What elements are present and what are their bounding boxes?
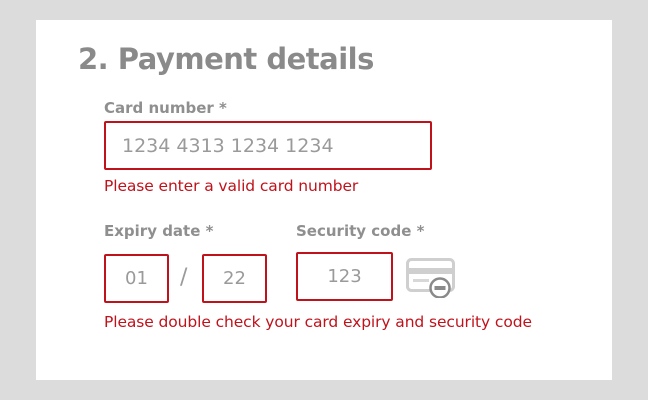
card-number-error: Please enter a valid card number [104,177,359,195]
card-number-input[interactable] [104,121,432,170]
section-title: 2. Payment details [78,42,374,76]
card-number-label: Card number * [104,99,227,117]
card-cvv-icon [406,258,455,298]
payment-details-card: 2. Payment details Card number * Please … [36,20,612,380]
expiry-separator: / [180,265,188,290]
security-code-label: Security code * [296,222,425,240]
expiry-month-input[interactable] [104,254,169,303]
expiry-security-error: Please double check your card expiry and… [104,313,532,331]
expiry-date-label: Expiry date * [104,222,214,240]
expiry-year-input[interactable] [202,254,267,303]
security-code-input[interactable] [296,252,393,301]
